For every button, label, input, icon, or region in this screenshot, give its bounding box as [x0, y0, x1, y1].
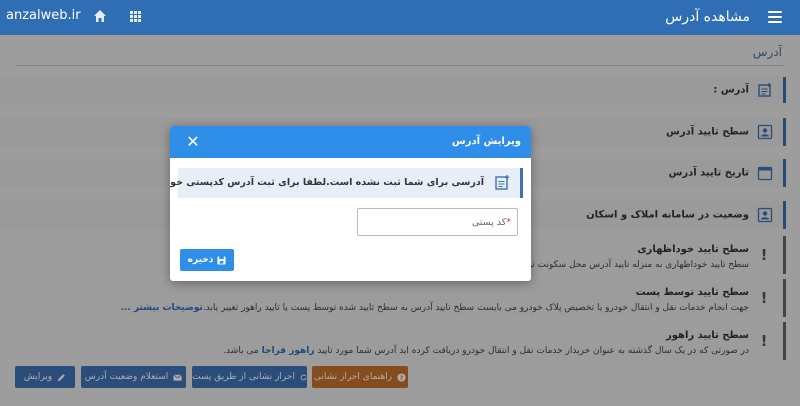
info-message: آدرسی برای شما ثبت نشده است.لطفا برای ثب… — [170, 168, 523, 198]
menu-icon[interactable] — [768, 11, 782, 23]
save-icon — [217, 255, 226, 265]
page-title: مشاهده آدرس — [665, 9, 750, 25]
address-add-icon — [495, 175, 510, 190]
top-bar: anzalweb.ir مشاهده آدرس — [0, 0, 800, 35]
postal-code-label: *کد پستی — [471, 217, 511, 228]
watermark: anzalweb.ir — [6, 8, 81, 23]
info-text: آدرسی برای شما ثبت نشده است.لطفا برای ثب… — [170, 177, 484, 188]
apps-grid-icon[interactable] — [130, 11, 141, 22]
edit-address-modal: ویرایش آدرس ✕ آدرسی برای شما ثبت نشده اس… — [170, 126, 531, 281]
modal-header: ویرایش آدرس ✕ — [170, 126, 531, 158]
save-button[interactable]: ذخیره — [180, 249, 234, 271]
modal-title: ویرایش آدرس — [451, 136, 521, 147]
home-icon[interactable] — [93, 9, 107, 23]
close-icon[interactable]: ✕ — [186, 134, 200, 150]
